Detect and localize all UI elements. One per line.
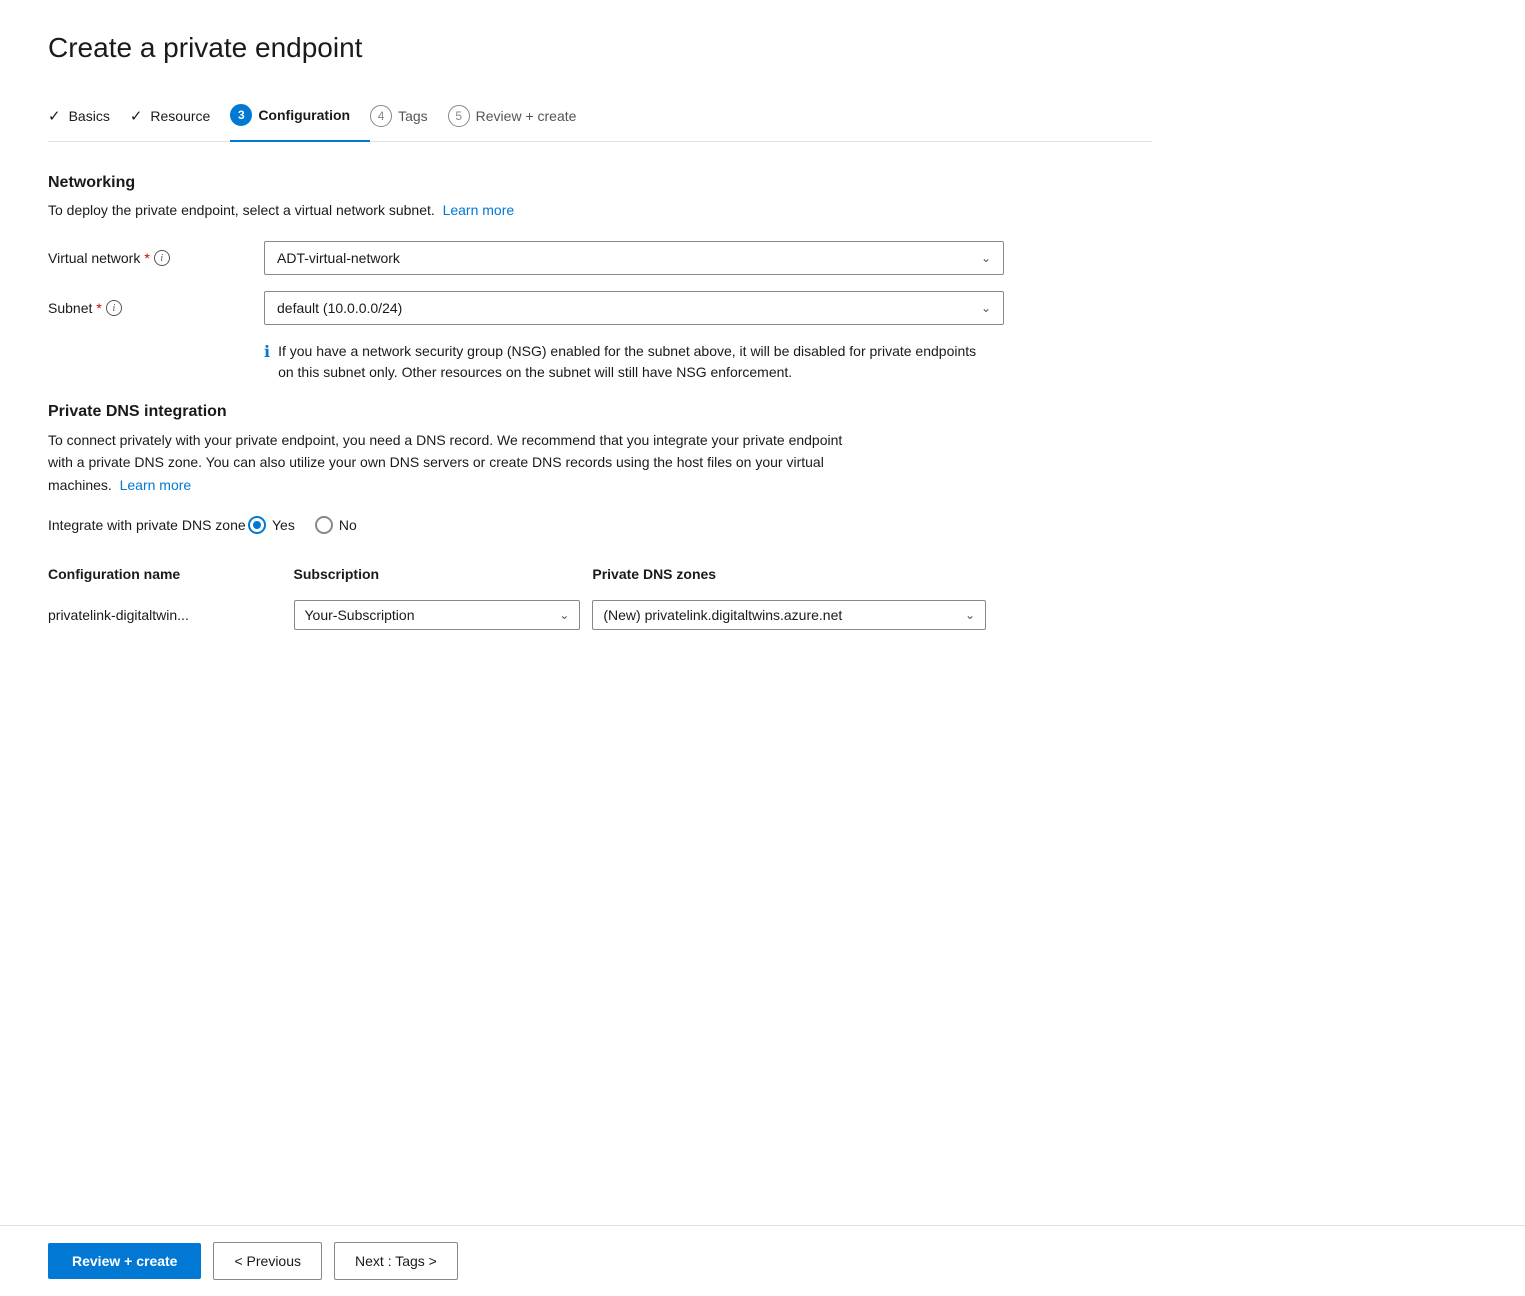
virtual-network-row: Virtual network * i ADT-virtual-network … [48, 241, 1152, 275]
private-dns-learn-more[interactable]: Learn more [120, 477, 192, 493]
step-circle-review: 5 [448, 105, 470, 127]
required-star-subnet: * [96, 300, 101, 316]
dns-zone-select[interactable]: (New) privatelink.digitaltwins.azure.net… [592, 600, 986, 630]
vnet-info-icon[interactable]: i [154, 250, 170, 266]
wizard-step-tags[interactable]: 4 Tags [370, 93, 448, 141]
step-circle-tags: 4 [370, 105, 392, 127]
required-star-vnet: * [144, 250, 149, 266]
wizard-step-resource-label: Resource [150, 108, 210, 124]
config-name-cell: privatelink-digitaltwin... [48, 592, 294, 638]
wizard-step-configuration-label: Configuration [258, 107, 350, 123]
previous-button[interactable]: < Previous [213, 1242, 322, 1280]
dns-table: Configuration name Subscription Private … [48, 558, 998, 638]
radio-options: Yes No [248, 516, 357, 534]
networking-section: Networking To deploy the private endpoin… [48, 174, 1152, 383]
step-circle-configuration: 3 [230, 104, 252, 126]
col-config-name: Configuration name [48, 558, 294, 592]
wizard-step-basics-label: Basics [69, 108, 110, 124]
nsg-info-box: ℹ If you have a network security group (… [264, 341, 984, 383]
subnet-row: Subnet * i default (10.0.0.0/24) ⌄ [48, 291, 1152, 325]
radio-no[interactable]: No [315, 516, 357, 534]
subscription-select[interactable]: Your-Subscription ⌄ [294, 600, 581, 630]
subnet-select[interactable]: default (10.0.0.0/24) ⌄ [264, 291, 1004, 325]
integrate-dns-row: Integrate with private DNS zone Yes No [48, 516, 1152, 534]
private-dns-title: Private DNS integration [48, 403, 1152, 421]
integrate-dns-label: Integrate with private DNS zone [48, 517, 248, 533]
check-icon-resource: ✓ [130, 107, 143, 125]
subscription-arrow: ⌄ [559, 608, 569, 622]
col-subscription: Subscription [294, 558, 593, 592]
subscription-cell: Your-Subscription ⌄ [294, 592, 593, 638]
radio-yes-btn[interactable] [248, 516, 266, 534]
footer-bar: Review + create < Previous Next : Tags > [0, 1225, 1525, 1296]
radio-yes[interactable]: Yes [248, 516, 295, 534]
nsg-info-text: If you have a network security group (NS… [278, 341, 984, 383]
subnet-info-icon[interactable]: i [106, 300, 122, 316]
next-tags-button[interactable]: Next : Tags > [334, 1242, 458, 1280]
wizard-step-tags-label: Tags [398, 108, 428, 124]
wizard-step-resource[interactable]: ✓ Resource [130, 95, 231, 139]
private-dns-description: To connect privately with your private e… [48, 429, 848, 496]
virtual-network-label: Virtual network * i [48, 250, 248, 266]
review-create-button[interactable]: Review + create [48, 1243, 201, 1279]
table-row: privatelink-digitaltwin... Your-Subscrip… [48, 592, 998, 638]
wizard-step-basics[interactable]: ✓ Basics [48, 95, 130, 139]
col-dns-zones: Private DNS zones [592, 558, 998, 592]
private-dns-section: Private DNS integration To connect priva… [48, 403, 1152, 638]
networking-description: To deploy the private endpoint, select a… [48, 200, 1152, 221]
dns-zone-arrow: ⌄ [965, 608, 975, 622]
wizard-nav: ✓ Basics ✓ Resource 3 Configuration 4 Ta… [48, 92, 1152, 142]
dns-zone-cell: (New) privatelink.digitaltwins.azure.net… [592, 592, 998, 638]
wizard-step-configuration[interactable]: 3 Configuration [230, 92, 370, 142]
subnet-select-arrow: ⌄ [981, 301, 991, 315]
check-icon-basics: ✓ [48, 107, 61, 125]
wizard-step-review-create[interactable]: 5 Review + create [448, 93, 597, 141]
wizard-step-review-label: Review + create [476, 108, 577, 124]
virtual-network-select[interactable]: ADT-virtual-network ⌄ [264, 241, 1004, 275]
radio-no-btn[interactable] [315, 516, 333, 534]
subnet-label: Subnet * i [48, 300, 248, 316]
networking-title: Networking [48, 174, 1152, 192]
vnet-select-arrow: ⌄ [981, 251, 991, 265]
networking-learn-more[interactable]: Learn more [443, 202, 515, 218]
page-title: Create a private endpoint [48, 32, 1152, 64]
nsg-info-icon: ℹ [264, 342, 270, 362]
